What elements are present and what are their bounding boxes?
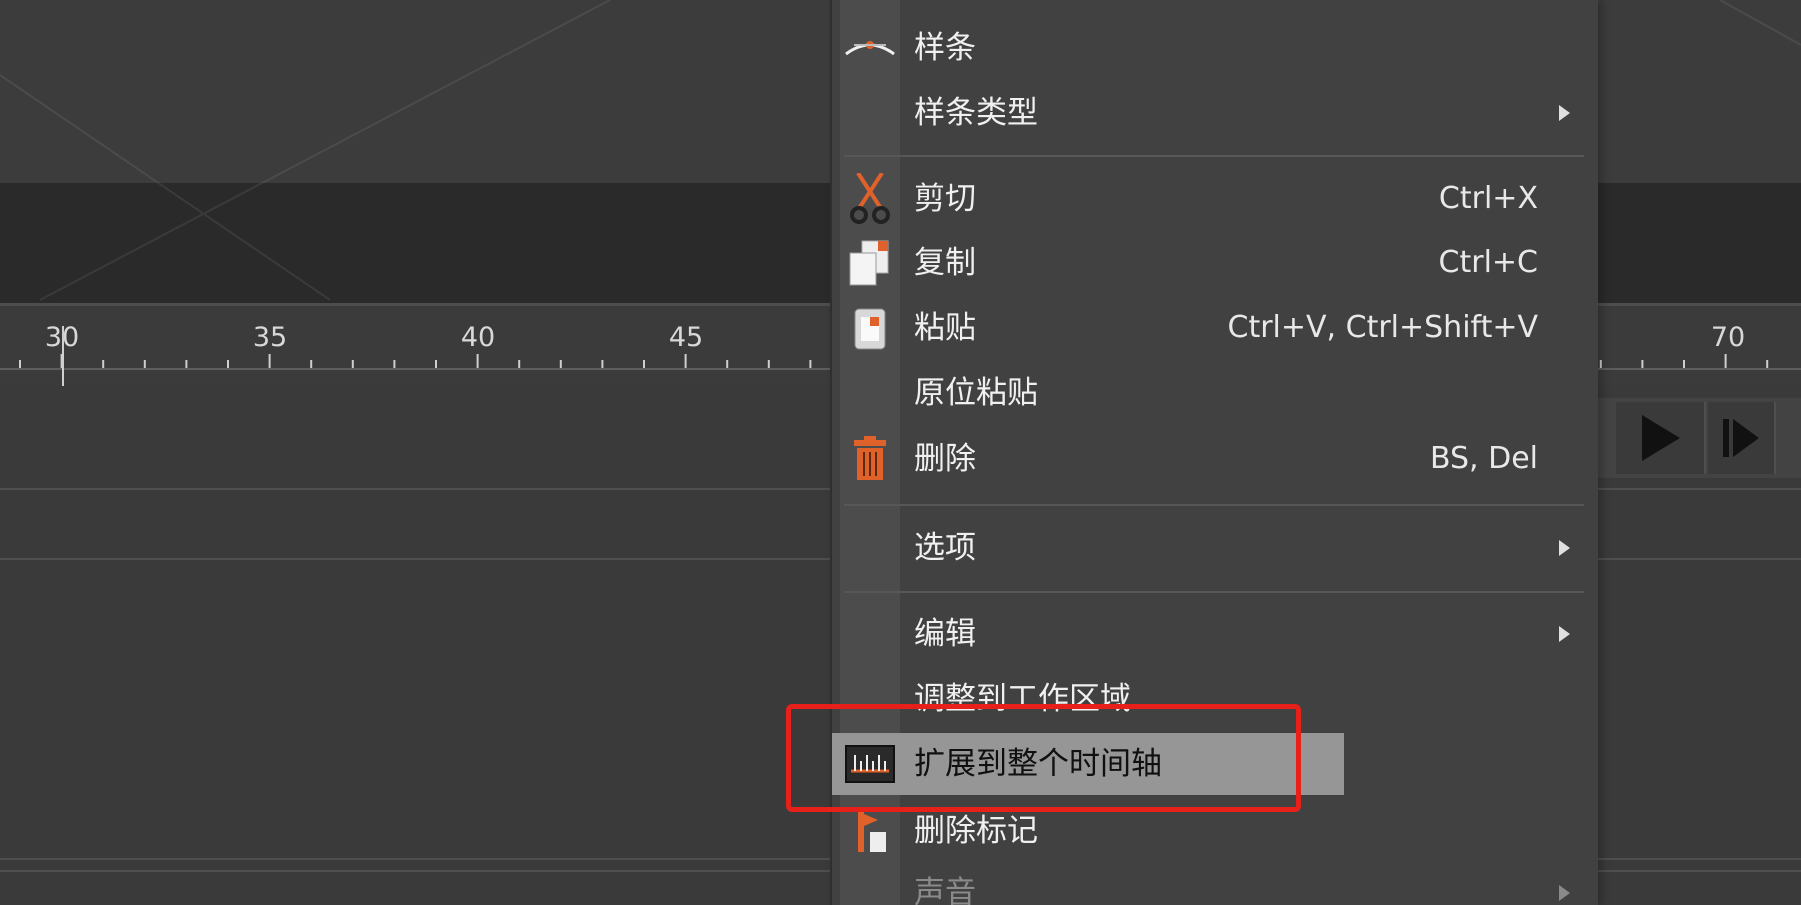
menu-item-sound[interactable]: 声音 bbox=[832, 862, 1598, 905]
menu-item-shortcut: BS, Del bbox=[1429, 441, 1538, 476]
submenu-arrow-icon bbox=[1559, 540, 1570, 556]
spline-curve-icon bbox=[840, 17, 900, 79]
menu-item-label: 样条 bbox=[914, 30, 976, 66]
submenu-arrow-icon bbox=[1559, 885, 1570, 901]
menu-item-label: 删除 bbox=[914, 441, 976, 477]
menu-item-label: 粘贴 bbox=[914, 310, 976, 346]
menu-item-label: 原位粘贴 bbox=[914, 375, 1038, 411]
menu-item-label: 剪切 bbox=[914, 181, 976, 217]
submenu-arrow-icon bbox=[1559, 626, 1570, 642]
menu-item-label: 选项 bbox=[914, 530, 976, 566]
menu-item-shortcut: Ctrl+V, Ctrl+Shift+V bbox=[1227, 310, 1538, 345]
trash-icon bbox=[840, 428, 900, 490]
menu-separator bbox=[844, 504, 1584, 506]
menu-item-cut[interactable]: 剪切 Ctrl+X bbox=[832, 168, 1598, 230]
scissors-icon bbox=[840, 168, 900, 230]
menu-item-shortcut: Ctrl+X bbox=[1438, 181, 1538, 216]
play-button[interactable] bbox=[1616, 402, 1706, 474]
menu-item-edit[interactable]: 编辑 bbox=[832, 603, 1598, 665]
menu-item-label: 声音 bbox=[914, 875, 976, 905]
timeline-editor-window: 30 35 40 45 70 样条 bbox=[0, 0, 1801, 905]
menu-item-label: 复制 bbox=[914, 245, 976, 281]
menu-separator bbox=[844, 591, 1584, 593]
menu-item-copy[interactable]: 复制 Ctrl+C bbox=[832, 232, 1598, 294]
menu-item-delete[interactable]: 删除 BS, Del bbox=[832, 428, 1598, 490]
menu-item-paste[interactable]: 粘贴 Ctrl+V, Ctrl+Shift+V bbox=[832, 297, 1598, 359]
menu-item-label: 编辑 bbox=[914, 616, 976, 652]
play-icon bbox=[1642, 415, 1680, 461]
submenu-arrow-icon bbox=[1559, 105, 1570, 121]
menu-item-shortcut: Ctrl+C bbox=[1438, 245, 1538, 280]
playhead[interactable] bbox=[62, 326, 64, 390]
menu-item-options[interactable]: 选项 bbox=[832, 517, 1598, 579]
menu-item-spline[interactable]: 样条 bbox=[832, 17, 1598, 79]
menu-item-paste-in-place[interactable]: 原位粘贴 bbox=[832, 362, 1598, 424]
menu-item-spline-type[interactable]: 样条类型 bbox=[832, 82, 1598, 144]
transport-controls bbox=[1590, 398, 1801, 478]
copy-icon bbox=[840, 232, 900, 294]
menu-separator bbox=[844, 155, 1584, 157]
step-forward-button[interactable] bbox=[1708, 402, 1776, 474]
step-forward-icon bbox=[1723, 419, 1759, 457]
menu-item-label: 样条类型 bbox=[914, 95, 1038, 131]
highlight-outline bbox=[786, 704, 1301, 812]
paste-icon bbox=[840, 297, 900, 359]
